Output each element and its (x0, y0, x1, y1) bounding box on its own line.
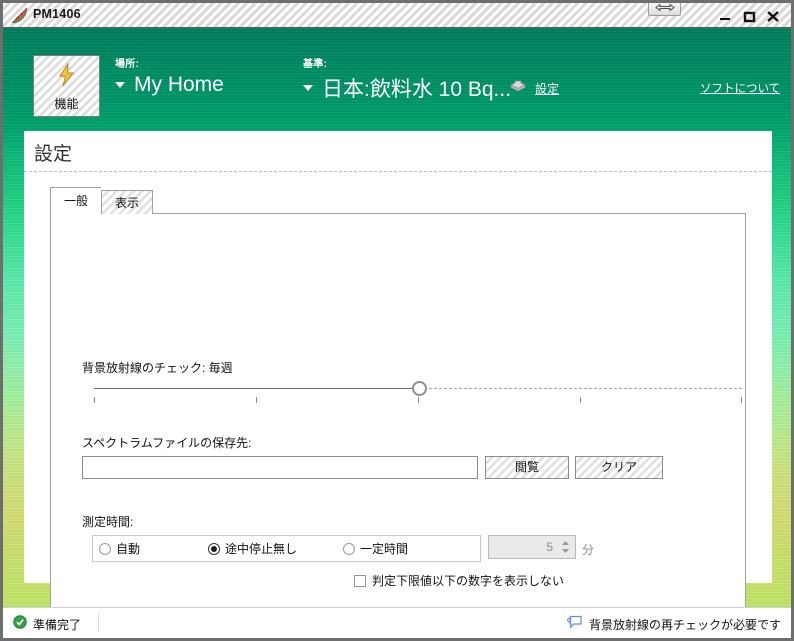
status-ready-text: 準備完了 (33, 618, 82, 632)
radio-fixed-label: 一定時間 (360, 542, 409, 556)
watermelon-icon (11, 7, 28, 24)
settings-link-label: 設定 (535, 82, 560, 96)
slider-tick (256, 397, 257, 403)
page-title: 設定 (34, 144, 73, 165)
application-window: PM1406 機能 場所: My Home 基準: 日本:飲料水 10 Bq..… (0, 0, 794, 641)
maximize-button[interactable] (741, 9, 757, 23)
settings-panel: 設定 一般 表示 背景放射線のチェック: 毎週 スペクトラムファイルの保存先: … (24, 131, 772, 638)
background-check-slider[interactable] (94, 381, 742, 407)
minimize-button[interactable] (717, 9, 733, 23)
radio-auto[interactable]: 自動 (99, 540, 140, 557)
close-button[interactable] (765, 9, 781, 23)
chevron-down-icon[interactable] (115, 82, 125, 88)
slider-tick (418, 397, 419, 403)
duration-stepper[interactable]: 5 (488, 535, 576, 559)
slider-thumb[interactable] (412, 381, 427, 396)
tab-notch (51, 212, 98, 215)
measurement-time-label: 測定時間: (82, 515, 134, 529)
radio-circle-selected-icon (208, 542, 220, 555)
settings-link[interactable]: 設定 (509, 78, 559, 99)
background-check-label: 背景放射線のチェック: 毎週 (82, 361, 233, 375)
check-circle-icon (13, 615, 27, 634)
radio-fixed-time[interactable]: 一定時間 (343, 540, 408, 557)
tab-display[interactable]: 表示 (101, 190, 154, 214)
radio-circle-icon (99, 542, 111, 555)
location-value: My Home (134, 73, 224, 96)
lightning-bolt-icon (34, 62, 99, 92)
location-caption: 場所: (115, 59, 140, 70)
title-divider (24, 171, 772, 172)
standard-selector[interactable]: 基準: 日本:飲料水 10 Bq... (303, 55, 511, 103)
speech-bubble-icon (567, 615, 583, 634)
spectrum-path-label: スペクトラムファイルの保存先: (82, 436, 252, 450)
window-title: PM1406 (33, 7, 81, 21)
status-divider (98, 614, 99, 631)
standard-caption: 基準: (303, 59, 328, 70)
standard-value: 日本:飲料水 10 Bq... (322, 78, 512, 101)
slider-track-remaining (419, 388, 742, 389)
slider-tick (741, 397, 742, 403)
box-icon (509, 78, 527, 99)
slider-tick (94, 397, 95, 403)
about-link[interactable]: ソフトについて (700, 80, 780, 96)
slider-track-filled (94, 388, 419, 389)
measurement-mode-group: 自動 途中停止無し 一定時間 (92, 535, 481, 562)
radio-nonstop[interactable]: 途中停止無し (208, 540, 297, 557)
browse-button[interactable]: 閲覧 (485, 456, 569, 479)
function-button[interactable]: 機能 (33, 55, 100, 117)
tab-general[interactable]: 一般 (50, 187, 102, 214)
status-warning[interactable]: 背景放射線の再チェックが必要です (567, 615, 781, 634)
location-selector[interactable]: 場所: My Home (115, 55, 224, 97)
slider-tick (580, 397, 581, 403)
hide-below-limit-checkbox[interactable]: 判定下限値以下の数字を表示しない (354, 572, 564, 589)
radio-circle-icon (343, 542, 355, 555)
duration-value: 5 (546, 540, 553, 554)
title-bar: PM1406 (3, 3, 791, 28)
spectrum-path-input[interactable] (82, 456, 478, 479)
duration-unit: 分 (582, 543, 595, 557)
tab-strip: 一般 表示 (50, 187, 154, 214)
chevron-down-icon[interactable] (303, 85, 313, 91)
header-toolbar: 機能 場所: My Home 基準: 日本:飲料水 10 Bq... 設定 ソフ… (3, 28, 791, 120)
stepper-arrows-icon[interactable] (559, 537, 572, 557)
hide-below-limit-label: 判定下限値以下の数字を表示しない (372, 574, 565, 588)
status-warning-text: 背景放射線の再チェックが必要です (588, 618, 781, 632)
clear-button[interactable]: クリア (575, 456, 663, 479)
radio-auto-label: 自動 (116, 542, 141, 556)
checkbox-icon (354, 574, 366, 587)
status-ready: 準備完了 (13, 615, 81, 634)
status-bar: 準備完了 背景放射線の再チェックが必要です (3, 607, 791, 638)
resize-horizontal-icon[interactable] (648, 3, 681, 16)
radio-nonstop-label: 途中停止無し (225, 542, 298, 556)
function-button-label: 機能 (54, 97, 79, 111)
